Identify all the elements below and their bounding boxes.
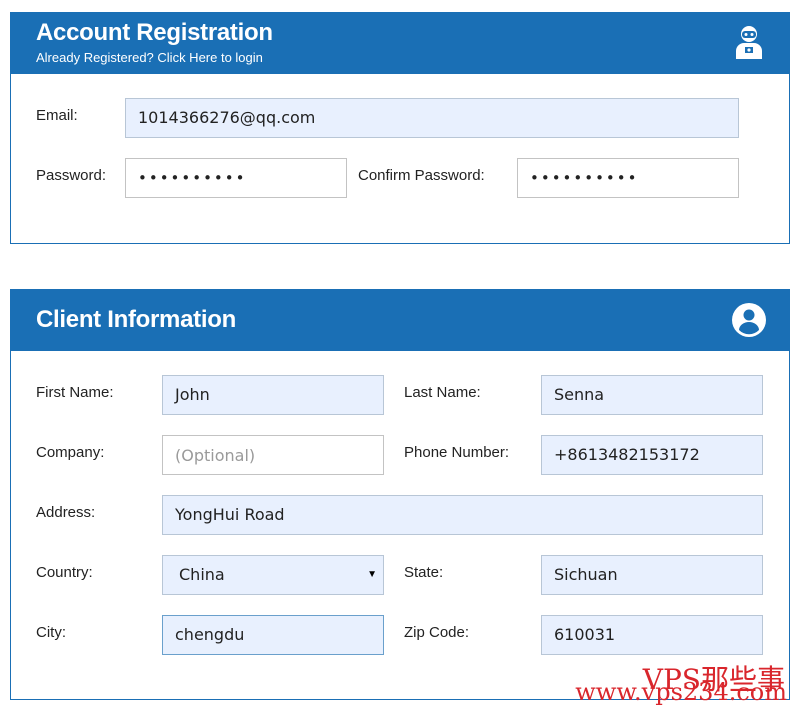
first-name-label: First Name: <box>36 384 114 401</box>
confirm-password-field[interactable]: •••••••••• <box>517 158 739 198</box>
country-select[interactable]: China ▼ <box>162 555 384 595</box>
state-field[interactable]: Sichuan <box>541 555 763 595</box>
last-name-label: Last Name: <box>404 384 481 401</box>
address-label: Address: <box>36 504 96 521</box>
email-field[interactable]: 1014366276@qq.com <box>125 98 739 138</box>
country-label: Country: <box>36 564 93 581</box>
robot-icon <box>736 26 762 59</box>
client-information-panel: Client Information First Name: John Last… <box>10 289 790 700</box>
company-label: Company: <box>36 444 105 461</box>
login-link[interactable]: Already Registered? Click Here to login <box>36 50 263 65</box>
email-label: Email: <box>36 107 78 124</box>
client-information-header: Client Information <box>11 290 789 351</box>
password-label: Password: <box>36 167 107 184</box>
country-select-value: China <box>179 565 225 584</box>
watermark-url: www.vps234.com <box>575 678 787 706</box>
account-registration-header: Account Registration Already Registered?… <box>11 13 789 74</box>
phone-number-label: Phone Number: <box>404 444 510 461</box>
account-registration-title: Account Registration <box>36 19 273 46</box>
city-label: City: <box>36 624 66 641</box>
address-field[interactable]: YongHui Road <box>162 495 763 535</box>
confirm-password-label: Confirm Password: <box>358 167 485 184</box>
first-name-field[interactable]: John <box>162 375 384 415</box>
dropdown-arrow-icon: ▼ <box>367 569 377 580</box>
city-field[interactable]: chengdu <box>162 615 384 655</box>
company-field[interactable] <box>162 435 384 475</box>
zip-code-field[interactable]: 610031 <box>541 615 763 655</box>
user-circle-icon <box>732 303 766 337</box>
login-link-text[interactable]: Already Registered? Click Here to login <box>36 50 263 65</box>
password-field[interactable]: •••••••••• <box>125 158 347 198</box>
client-information-title: Client Information <box>36 306 236 333</box>
phone-number-field[interactable]: +8613482153172 <box>541 435 763 475</box>
state-label: State: <box>404 564 444 581</box>
account-registration-panel: Account Registration Already Registered?… <box>10 12 790 244</box>
last-name-field[interactable]: Senna <box>541 375 763 415</box>
zip-code-label: Zip Code: <box>404 624 470 641</box>
